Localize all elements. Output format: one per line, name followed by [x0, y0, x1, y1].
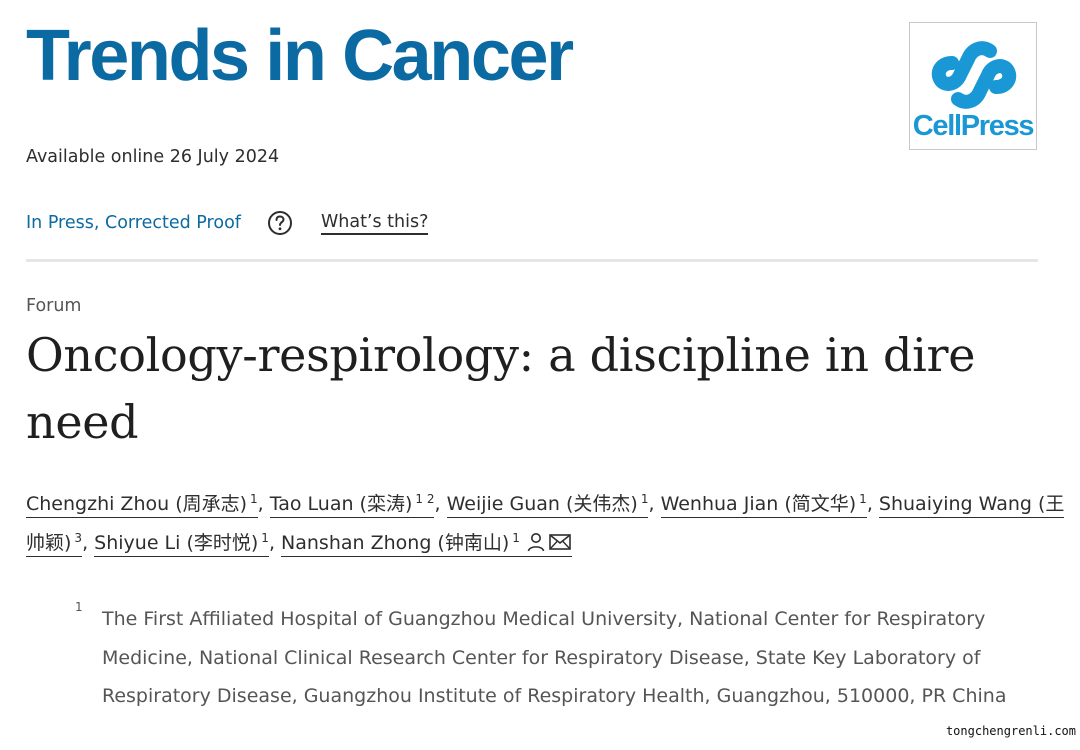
article-type: Forum — [26, 296, 82, 316]
author-list: Chengzhi Zhou (周承志) 1, Tao Luan (栾涛) 1 2, … — [26, 485, 1066, 566]
cellpress-logo-icon — [931, 41, 1017, 109]
author-ref: 1 — [261, 531, 269, 545]
article-status-row: In Press, Corrected Proof What’s this? — [26, 208, 429, 238]
availability-date: Available online 26 July 2024 — [26, 147, 280, 167]
affiliation-marker: 1 — [75, 600, 83, 614]
journal-title[interactable]: Trends in Cancer — [26, 20, 574, 92]
whats-this-link[interactable]: What’s this? — [320, 212, 429, 235]
author-ref: 1 — [250, 492, 258, 506]
watermark: tongchengrenli.com — [941, 722, 1080, 740]
author-ref: 1 — [859, 492, 867, 506]
author-link[interactable]: Wenhua Jian (简文华) 1 — [660, 492, 867, 518]
author-ref: 3 — [74, 531, 83, 545]
author-link[interactable]: Tao Luan (栾涛) 1 2 — [269, 492, 435, 518]
article-title: Oncology-respirology: a discipline in di… — [26, 328, 976, 449]
question-circle-icon[interactable] — [267, 210, 293, 236]
person-icon — [527, 533, 545, 552]
affiliation-text: The First Affiliated Hospital of Guangzh… — [102, 608, 1007, 707]
author-ref: 1 — [512, 531, 520, 545]
article-status: In Press, Corrected Proof — [26, 213, 241, 233]
author-link-corresponding[interactable]: Nanshan Zhong (钟南山) 1 — [281, 532, 572, 557]
logo-text: CellPress — [912, 110, 1035, 142]
author-ref: 1 — [640, 492, 649, 506]
author-link[interactable]: Weijie Guan (关伟杰) 1 — [446, 492, 649, 518]
divider — [26, 259, 1038, 262]
cellpress-logo[interactable]: CellPress — [909, 22, 1037, 150]
envelope-icon[interactable] — [548, 532, 572, 552]
author-link[interactable]: Shiyue Li (李时悦) 1 — [94, 532, 269, 557]
author-ref: 1 2 — [415, 492, 435, 506]
author-link[interactable]: Chengzhi Zhou (周承志) 1 — [26, 493, 258, 518]
